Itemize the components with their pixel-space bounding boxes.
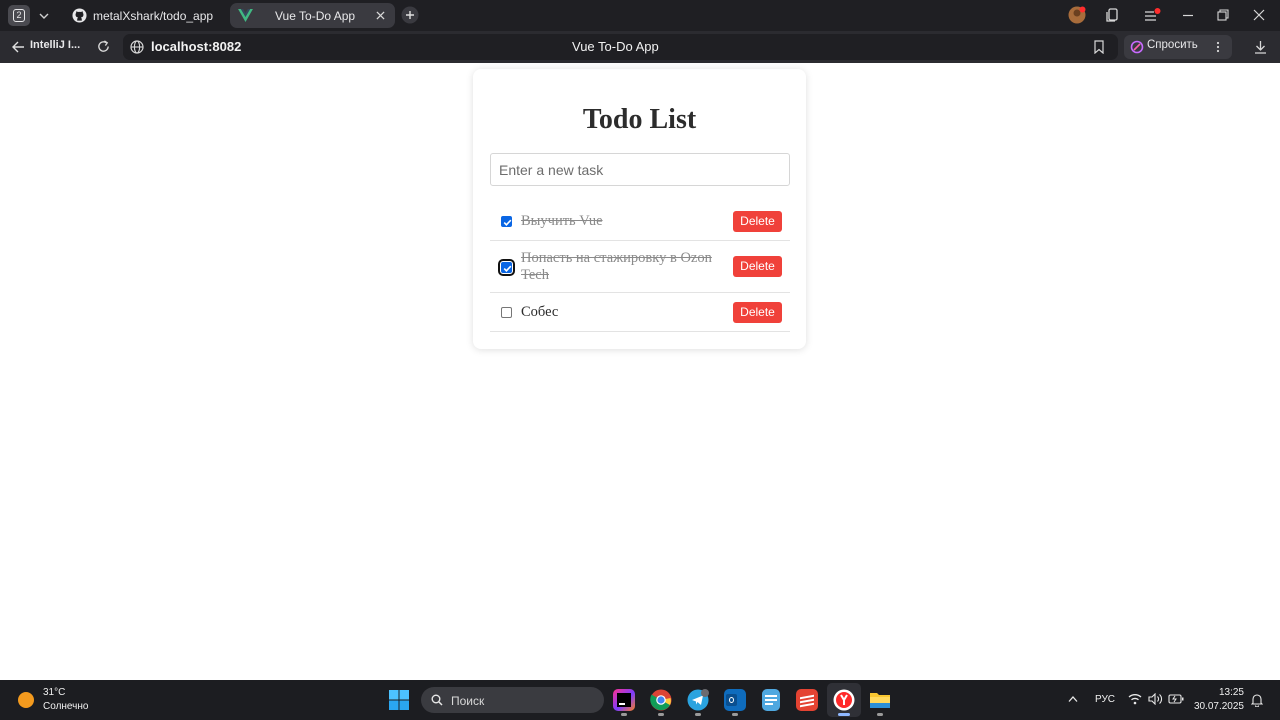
taskbar-search[interactable]: Поиск [421, 687, 604, 713]
sun-icon [18, 692, 34, 708]
menu-icon[interactable] [1144, 7, 1162, 23]
wifi-icon[interactable] [1128, 693, 1142, 705]
telegram-icon[interactable] [687, 689, 709, 711]
outlook-icon[interactable] [724, 689, 746, 711]
todoist-icon[interactable] [796, 689, 818, 711]
restore-icon[interactable] [1217, 9, 1229, 21]
weather-condition: Солнечно [43, 701, 89, 712]
todo-item: Выучить Vue Delete [490, 202, 790, 241]
url-field[interactable]: localhost:8082 Vue To-Do App [123, 34, 1118, 60]
close-window-icon[interactable] [1253, 9, 1265, 21]
running-indicator [877, 713, 883, 716]
search-label: Поиск [451, 694, 485, 708]
url-text: localhost:8082 [151, 39, 242, 54]
chevron-down-icon[interactable] [38, 10, 50, 22]
notepad-icon[interactable] [762, 689, 780, 711]
tab-counter-button[interactable]: 2 [8, 5, 30, 26]
todo-text: Собес [521, 304, 559, 320]
arrow-left-icon [12, 41, 24, 53]
alice-icon [1130, 40, 1144, 54]
tab-github[interactable]: metalXshark/todo_app [62, 3, 224, 28]
clock[interactable]: 13:25 30.07.2025 [1192, 686, 1244, 714]
notification-bell-icon[interactable] [1251, 693, 1263, 707]
todo-text: Попасть на стажировку в Ozon Tech [521, 250, 712, 283]
tab-label: Vue To-Do App [275, 9, 356, 23]
ask-alice-button[interactable]: Спросить [1124, 35, 1232, 59]
weather-temp: 31°C [43, 687, 66, 698]
chrome-icon[interactable] [650, 689, 672, 711]
clock-date: 30.07.2025 [1193, 701, 1244, 712]
collections-icon[interactable] [1106, 8, 1120, 22]
profile-avatar-icon[interactable] [1068, 6, 1086, 24]
close-tab-icon[interactable] [376, 11, 385, 20]
todo-item: Собес Delete [490, 293, 790, 332]
reload-icon[interactable] [96, 39, 111, 54]
back-label: IntelliJ I... [30, 39, 81, 51]
browser-tab-bar: 2 metalXshark/todo_app Vue To-Do App [0, 0, 1280, 31]
delete-button[interactable]: Delete [733, 302, 782, 323]
windows-start-icon[interactable] [389, 690, 409, 710]
yandex-browser-icon [833, 689, 855, 711]
tab-vue-todo[interactable]: Vue To-Do App [230, 3, 395, 28]
intellij-icon[interactable] [613, 689, 635, 711]
checkmark-icon [503, 265, 512, 272]
ask-label: Спросить [1147, 39, 1198, 51]
running-indicator [621, 713, 627, 716]
todo-card: Todo List Выучить Vue Delete Попасть на … [473, 69, 806, 349]
todo-item: Попасть на стажировку в Ozon Tech Delete [490, 241, 790, 293]
clock-time: 13:25 [1218, 687, 1244, 698]
github-icon [72, 8, 87, 23]
new-task-input[interactable] [490, 153, 790, 186]
checkmark-icon [503, 219, 512, 226]
globe-icon [130, 40, 144, 54]
weather-widget[interactable]: 31°C Солнечно [14, 685, 114, 715]
file-explorer-icon[interactable] [869, 690, 891, 710]
volume-icon[interactable] [1148, 693, 1163, 705]
browser-address-bar: IntelliJ I... localhost:8082 Vue To-Do A… [0, 31, 1280, 63]
windows-taskbar: 31°C Солнечно Поиск РУС 13:25 30.07.2025 [0, 680, 1280, 720]
bookmark-icon[interactable] [1093, 40, 1105, 54]
running-indicator [695, 713, 701, 716]
page-title: Vue To-Do App [572, 39, 659, 54]
back-button[interactable]: IntelliJ I... [6, 35, 84, 59]
download-icon[interactable] [1254, 40, 1267, 54]
more-options-icon[interactable] [1216, 41, 1220, 53]
yandex-browser-active[interactable] [827, 683, 861, 717]
tab-count: 2 [13, 9, 25, 22]
vue-logo-icon [238, 9, 253, 22]
search-icon [431, 694, 443, 706]
delete-button[interactable]: Delete [733, 211, 782, 232]
tab-label: metalXshark/todo_app [93, 9, 214, 23]
battery-icon[interactable] [1168, 694, 1184, 704]
running-indicator [658, 713, 664, 716]
chevron-up-icon[interactable] [1068, 695, 1078, 703]
language-indicator[interactable]: РУС [1095, 694, 1115, 705]
running-indicator [732, 713, 738, 716]
todo-checkbox[interactable] [498, 259, 515, 276]
app-title: Todo List [582, 104, 697, 135]
todo-checkbox[interactable] [501, 216, 512, 227]
todo-text: Выучить Vue [521, 213, 603, 229]
new-tab-icon[interactable] [401, 6, 419, 24]
delete-button[interactable]: Delete [733, 256, 782, 277]
todo-checkbox[interactable] [501, 307, 512, 318]
minimize-icon[interactable] [1182, 14, 1194, 17]
